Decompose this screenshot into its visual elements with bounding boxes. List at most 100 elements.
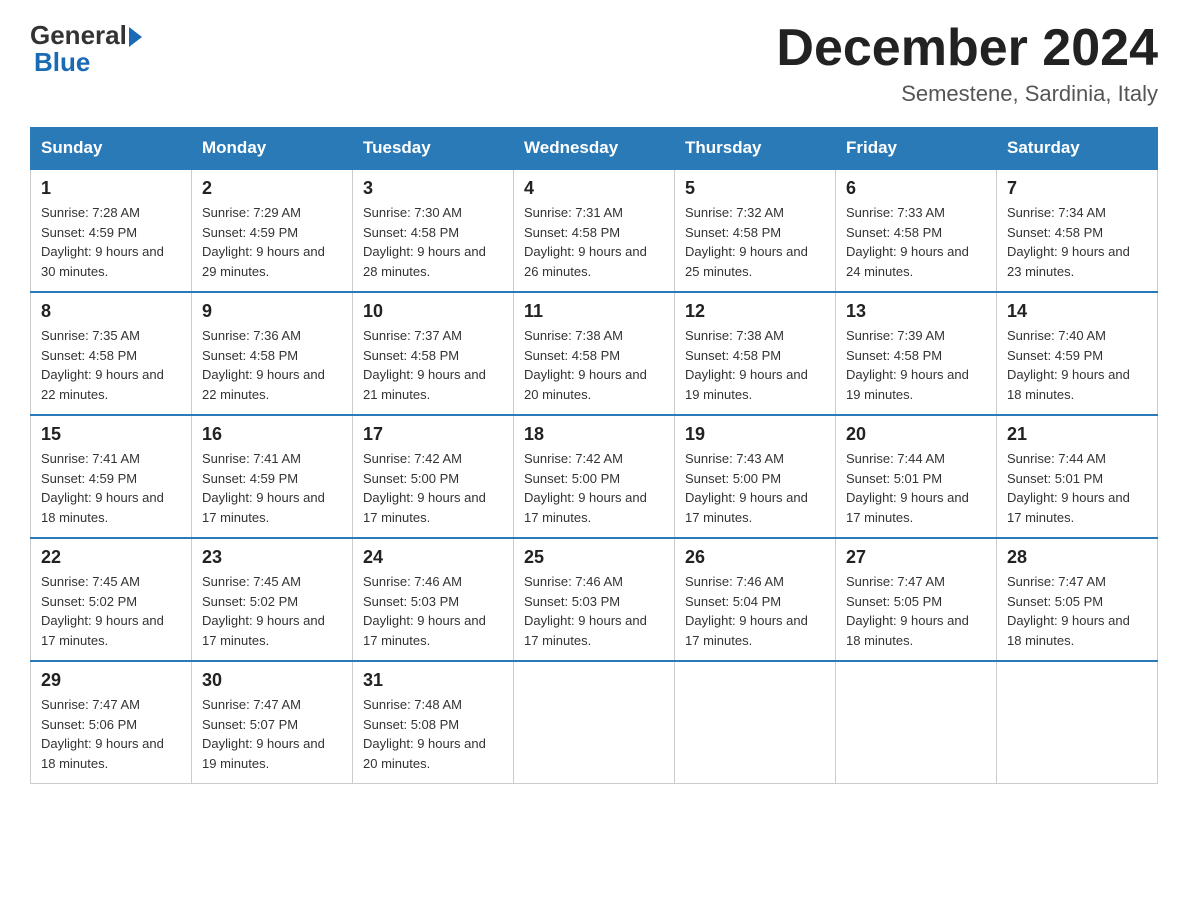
calendar-week-row: 22 Sunrise: 7:45 AMSunset: 5:02 PMDaylig… [31, 538, 1158, 661]
calendar-day-cell: 9 Sunrise: 7:36 AMSunset: 4:58 PMDayligh… [192, 292, 353, 415]
day-number: 19 [685, 424, 825, 445]
day-number: 10 [363, 301, 503, 322]
day-number: 21 [1007, 424, 1147, 445]
day-info: Sunrise: 7:38 AMSunset: 4:58 PMDaylight:… [524, 328, 647, 402]
day-info: Sunrise: 7:41 AMSunset: 4:59 PMDaylight:… [41, 451, 164, 525]
day-info: Sunrise: 7:34 AMSunset: 4:58 PMDaylight:… [1007, 205, 1130, 279]
calendar-week-row: 15 Sunrise: 7:41 AMSunset: 4:59 PMDaylig… [31, 415, 1158, 538]
day-number: 5 [685, 178, 825, 199]
calendar-day-cell: 18 Sunrise: 7:42 AMSunset: 5:00 PMDaylig… [514, 415, 675, 538]
calendar-day-cell: 4 Sunrise: 7:31 AMSunset: 4:58 PMDayligh… [514, 169, 675, 292]
day-info: Sunrise: 7:30 AMSunset: 4:58 PMDaylight:… [363, 205, 486, 279]
day-number: 11 [524, 301, 664, 322]
day-number: 22 [41, 547, 181, 568]
calendar-day-cell: 21 Sunrise: 7:44 AMSunset: 5:01 PMDaylig… [997, 415, 1158, 538]
calendar-header-row: SundayMondayTuesdayWednesdayThursdayFrid… [31, 128, 1158, 170]
calendar-day-cell: 31 Sunrise: 7:48 AMSunset: 5:08 PMDaylig… [353, 661, 514, 784]
title-area: December 2024 Semestene, Sardinia, Italy [776, 20, 1158, 107]
day-number: 27 [846, 547, 986, 568]
calendar-day-cell: 1 Sunrise: 7:28 AMSunset: 4:59 PMDayligh… [31, 169, 192, 292]
day-info: Sunrise: 7:40 AMSunset: 4:59 PMDaylight:… [1007, 328, 1130, 402]
calendar-day-cell: 24 Sunrise: 7:46 AMSunset: 5:03 PMDaylig… [353, 538, 514, 661]
day-number: 17 [363, 424, 503, 445]
day-info: Sunrise: 7:35 AMSunset: 4:58 PMDaylight:… [41, 328, 164, 402]
calendar-week-row: 8 Sunrise: 7:35 AMSunset: 4:58 PMDayligh… [31, 292, 1158, 415]
day-info: Sunrise: 7:32 AMSunset: 4:58 PMDaylight:… [685, 205, 808, 279]
day-number: 12 [685, 301, 825, 322]
calendar-day-cell: 26 Sunrise: 7:46 AMSunset: 5:04 PMDaylig… [675, 538, 836, 661]
location-subtitle: Semestene, Sardinia, Italy [776, 81, 1158, 107]
day-number: 2 [202, 178, 342, 199]
calendar-table: SundayMondayTuesdayWednesdayThursdayFrid… [30, 127, 1158, 784]
day-info: Sunrise: 7:39 AMSunset: 4:58 PMDaylight:… [846, 328, 969, 402]
calendar-day-cell: 17 Sunrise: 7:42 AMSunset: 5:00 PMDaylig… [353, 415, 514, 538]
month-title: December 2024 [776, 20, 1158, 77]
day-of-week-header: Sunday [31, 128, 192, 170]
calendar-day-cell: 22 Sunrise: 7:45 AMSunset: 5:02 PMDaylig… [31, 538, 192, 661]
day-of-week-header: Thursday [675, 128, 836, 170]
day-number: 31 [363, 670, 503, 691]
day-number: 1 [41, 178, 181, 199]
day-of-week-header: Monday [192, 128, 353, 170]
day-info: Sunrise: 7:41 AMSunset: 4:59 PMDaylight:… [202, 451, 325, 525]
calendar-day-cell: 6 Sunrise: 7:33 AMSunset: 4:58 PMDayligh… [836, 169, 997, 292]
day-info: Sunrise: 7:47 AMSunset: 5:05 PMDaylight:… [846, 574, 969, 648]
day-info: Sunrise: 7:46 AMSunset: 5:03 PMDaylight:… [363, 574, 486, 648]
day-number: 29 [41, 670, 181, 691]
day-info: Sunrise: 7:42 AMSunset: 5:00 PMDaylight:… [524, 451, 647, 525]
day-number: 4 [524, 178, 664, 199]
day-number: 24 [363, 547, 503, 568]
calendar-day-cell: 20 Sunrise: 7:44 AMSunset: 5:01 PMDaylig… [836, 415, 997, 538]
day-info: Sunrise: 7:47 AMSunset: 5:06 PMDaylight:… [41, 697, 164, 771]
day-number: 8 [41, 301, 181, 322]
calendar-day-cell [997, 661, 1158, 784]
calendar-day-cell [836, 661, 997, 784]
calendar-day-cell [514, 661, 675, 784]
day-info: Sunrise: 7:44 AMSunset: 5:01 PMDaylight:… [1007, 451, 1130, 525]
day-number: 7 [1007, 178, 1147, 199]
day-info: Sunrise: 7:46 AMSunset: 5:04 PMDaylight:… [685, 574, 808, 648]
day-number: 30 [202, 670, 342, 691]
calendar-day-cell: 19 Sunrise: 7:43 AMSunset: 5:00 PMDaylig… [675, 415, 836, 538]
calendar-day-cell: 10 Sunrise: 7:37 AMSunset: 4:58 PMDaylig… [353, 292, 514, 415]
day-info: Sunrise: 7:31 AMSunset: 4:58 PMDaylight:… [524, 205, 647, 279]
day-info: Sunrise: 7:46 AMSunset: 5:03 PMDaylight:… [524, 574, 647, 648]
calendar-day-cell: 28 Sunrise: 7:47 AMSunset: 5:05 PMDaylig… [997, 538, 1158, 661]
calendar-day-cell: 11 Sunrise: 7:38 AMSunset: 4:58 PMDaylig… [514, 292, 675, 415]
day-info: Sunrise: 7:44 AMSunset: 5:01 PMDaylight:… [846, 451, 969, 525]
day-number: 6 [846, 178, 986, 199]
calendar-day-cell: 29 Sunrise: 7:47 AMSunset: 5:06 PMDaylig… [31, 661, 192, 784]
calendar-day-cell: 7 Sunrise: 7:34 AMSunset: 4:58 PMDayligh… [997, 169, 1158, 292]
day-info: Sunrise: 7:42 AMSunset: 5:00 PMDaylight:… [363, 451, 486, 525]
day-number: 13 [846, 301, 986, 322]
day-info: Sunrise: 7:33 AMSunset: 4:58 PMDaylight:… [846, 205, 969, 279]
day-number: 15 [41, 424, 181, 445]
logo: General Blue [30, 20, 142, 78]
calendar-day-cell: 13 Sunrise: 7:39 AMSunset: 4:58 PMDaylig… [836, 292, 997, 415]
day-number: 25 [524, 547, 664, 568]
day-info: Sunrise: 7:45 AMSunset: 5:02 PMDaylight:… [202, 574, 325, 648]
day-of-week-header: Tuesday [353, 128, 514, 170]
calendar-day-cell: 8 Sunrise: 7:35 AMSunset: 4:58 PMDayligh… [31, 292, 192, 415]
logo-blue-text: Blue [34, 47, 142, 78]
day-info: Sunrise: 7:47 AMSunset: 5:05 PMDaylight:… [1007, 574, 1130, 648]
day-of-week-header: Friday [836, 128, 997, 170]
day-number: 23 [202, 547, 342, 568]
day-info: Sunrise: 7:45 AMSunset: 5:02 PMDaylight:… [41, 574, 164, 648]
day-info: Sunrise: 7:29 AMSunset: 4:59 PMDaylight:… [202, 205, 325, 279]
calendar-day-cell: 30 Sunrise: 7:47 AMSunset: 5:07 PMDaylig… [192, 661, 353, 784]
day-info: Sunrise: 7:48 AMSunset: 5:08 PMDaylight:… [363, 697, 486, 771]
day-number: 16 [202, 424, 342, 445]
day-number: 20 [846, 424, 986, 445]
page-header: General Blue December 2024 Semestene, Sa… [30, 20, 1158, 107]
day-info: Sunrise: 7:36 AMSunset: 4:58 PMDaylight:… [202, 328, 325, 402]
day-info: Sunrise: 7:38 AMSunset: 4:58 PMDaylight:… [685, 328, 808, 402]
calendar-day-cell [675, 661, 836, 784]
day-info: Sunrise: 7:47 AMSunset: 5:07 PMDaylight:… [202, 697, 325, 771]
calendar-week-row: 1 Sunrise: 7:28 AMSunset: 4:59 PMDayligh… [31, 169, 1158, 292]
day-of-week-header: Wednesday [514, 128, 675, 170]
day-number: 14 [1007, 301, 1147, 322]
calendar-day-cell: 23 Sunrise: 7:45 AMSunset: 5:02 PMDaylig… [192, 538, 353, 661]
calendar-day-cell: 2 Sunrise: 7:29 AMSunset: 4:59 PMDayligh… [192, 169, 353, 292]
day-number: 28 [1007, 547, 1147, 568]
